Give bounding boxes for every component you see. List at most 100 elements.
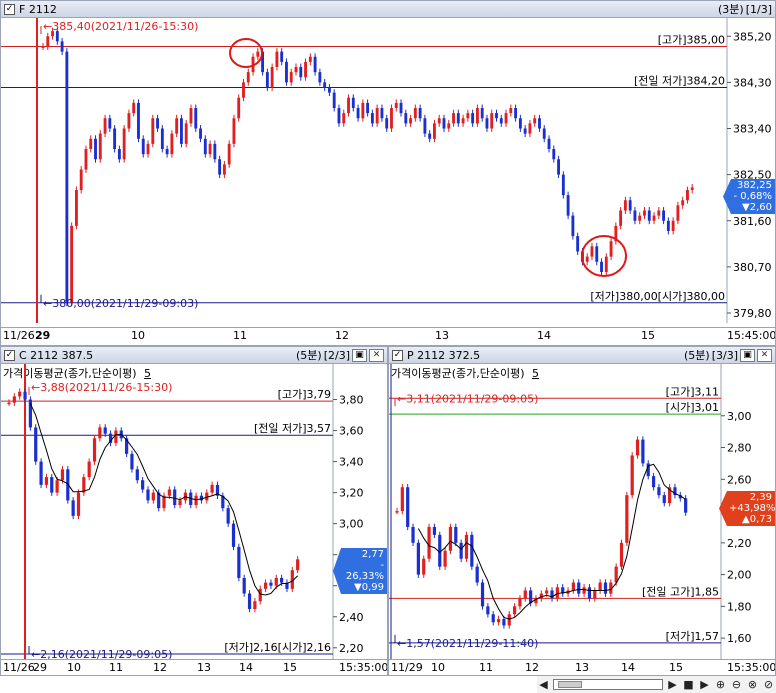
candle-body bbox=[676, 205, 680, 221]
candle-body bbox=[490, 113, 494, 129]
candle-body bbox=[411, 526, 415, 543]
scroll-start-icon[interactable]: ◀ bbox=[537, 678, 550, 691]
candle-body bbox=[98, 133, 102, 160]
candle-body bbox=[585, 256, 589, 262]
x-tick-label: 12 bbox=[153, 661, 167, 674]
candle-body bbox=[466, 113, 470, 119]
candle-body bbox=[514, 108, 518, 119]
scroll-thumb[interactable] bbox=[558, 681, 582, 688]
candle-body bbox=[475, 566, 479, 583]
candle-body bbox=[390, 108, 393, 129]
candle-body bbox=[18, 391, 22, 397]
candle-body bbox=[327, 87, 331, 93]
candle-body bbox=[246, 72, 250, 83]
candle-body bbox=[647, 210, 651, 221]
chart-panel-f[interactable]: ✓ F 2112 (3분) [1/3] 385,20 384,30 383,40 38… bbox=[0, 0, 776, 346]
candle-body bbox=[342, 113, 346, 124]
candle-body bbox=[528, 123, 532, 134]
candle-body bbox=[146, 489, 150, 501]
candle-body bbox=[299, 67, 303, 78]
x-tick-label: 11/29 bbox=[391, 661, 423, 674]
candlestick-chart[interactable]: 385,20384,30383,40382,50381,60380,70379,… bbox=[1, 18, 775, 327]
x-tick-label: 12 bbox=[335, 329, 349, 342]
maximize-icon[interactable]: ▣ bbox=[352, 348, 367, 362]
candle-body bbox=[130, 453, 134, 470]
panel-titlebar[interactable]: ✓ C 2112 387.5 (5분) [2/3] ▣ ✕ bbox=[1, 347, 387, 364]
candle-body bbox=[146, 143, 150, 155]
candlestick-chart[interactable]: 3,002,802,602,402,202,001,801,60[고가]3,11… bbox=[389, 364, 775, 659]
reference-label: [시가]3,01 bbox=[666, 401, 719, 414]
y-tick-label: 2,20 bbox=[339, 642, 364, 655]
candle-body bbox=[496, 619, 501, 623]
candle-body bbox=[413, 108, 417, 119]
candle-body bbox=[633, 210, 637, 221]
y-tick-label: 3,40 bbox=[339, 456, 364, 469]
period-label[interactable]: (5분) bbox=[684, 347, 710, 363]
change-percent: - 26,33% bbox=[345, 560, 384, 582]
x-tick-label: 14 bbox=[239, 661, 253, 674]
candle-body bbox=[619, 210, 623, 226]
x-tick-label: 10 bbox=[431, 661, 445, 674]
reference-label: [고가]385,00 bbox=[658, 34, 725, 47]
zoom-out-icon[interactable]: ⊖ bbox=[730, 678, 743, 691]
chart-panel-c[interactable]: ✓ C 2112 387.5 (5분) [2/3] ▣ ✕ 가격이동평균(종가,… bbox=[0, 346, 388, 676]
candle-body bbox=[681, 200, 685, 206]
chart-panel-p[interactable]: ✓ P 2112 372.5 (5분) [3/3] ▣ ✕ 가격이동평균(종가,… bbox=[388, 346, 776, 676]
candle-body bbox=[89, 138, 93, 149]
candle-body bbox=[253, 601, 257, 609]
candle-body bbox=[538, 118, 541, 129]
candle-body bbox=[34, 427, 38, 462]
candle-body bbox=[318, 72, 322, 83]
max-annotation: ←3,88(2021/11/26-15:30) bbox=[31, 381, 172, 394]
candle-body bbox=[427, 526, 431, 559]
zoom-in-icon[interactable]: ⊕ bbox=[714, 678, 727, 691]
candle-body bbox=[304, 61, 307, 78]
y-tick-label: 2,40 bbox=[339, 611, 364, 624]
period-label[interactable]: (3분) bbox=[718, 1, 744, 17]
candle-body bbox=[114, 430, 118, 443]
candle-body bbox=[571, 582, 576, 591]
panel-checkbox[interactable]: ✓ bbox=[4, 349, 15, 361]
stop-icon[interactable]: ■ bbox=[682, 678, 695, 691]
candle-body bbox=[232, 118, 236, 144]
candle-body bbox=[203, 138, 207, 155]
reference-label: [전일 저가]384,20 bbox=[634, 74, 725, 88]
maximize-icon[interactable]: ▣ bbox=[740, 348, 755, 362]
candle-body bbox=[651, 476, 656, 488]
x-tick-label: 15 bbox=[669, 661, 683, 674]
x-axis: 11/26 29 10 11 12 13 14 15 15:35:00 bbox=[1, 659, 387, 675]
scroll-end-icon[interactable]: ▶ bbox=[666, 678, 679, 691]
zoom-fit-icon[interactable]: ⊘ bbox=[762, 678, 775, 691]
min-annotation: ←2,16(2021/11/29-09:05) bbox=[31, 648, 172, 659]
candle-body bbox=[313, 56, 317, 73]
candle-body bbox=[294, 67, 298, 73]
change-amount: ▼0,99 bbox=[354, 582, 384, 593]
current-price-tag: 2,39 +43,98% ▲0,73 bbox=[719, 491, 775, 526]
next-icon[interactable]: ▶ bbox=[698, 678, 711, 691]
panel-titlebar[interactable]: ✓ P 2112 372.5 (5분) [3/3] ▣ ✕ bbox=[389, 347, 775, 364]
change-amount: ▲0,73 bbox=[742, 514, 772, 525]
candle-body bbox=[662, 495, 666, 504]
period-label[interactable]: (5분) bbox=[296, 347, 322, 363]
candle-body bbox=[604, 256, 608, 272]
candle-body bbox=[332, 92, 336, 108]
candle-body bbox=[55, 480, 59, 493]
x-tick-label: 11/26 bbox=[3, 661, 35, 674]
candle-body bbox=[94, 138, 97, 160]
candle-body bbox=[598, 582, 602, 591]
reference-label: [전일 저가]3,57 bbox=[254, 421, 331, 435]
panel-titlebar[interactable]: ✓ F 2112 (3분) [1/3] bbox=[1, 1, 775, 18]
candle-body bbox=[385, 118, 389, 129]
candle-body bbox=[461, 118, 465, 124]
panel-checkbox[interactable]: ✓ bbox=[4, 3, 15, 15]
panel-checkbox[interactable]: ✓ bbox=[392, 349, 403, 361]
zoom-reset-icon[interactable]: ⊗ bbox=[746, 678, 759, 691]
reference-label: [고가]3,11 bbox=[666, 385, 719, 398]
candlestick-chart[interactable]: 3,803,603,403,203,002,802,602,402,20[고가]… bbox=[1, 364, 387, 659]
close-icon[interactable]: ✕ bbox=[369, 348, 384, 362]
candle-body bbox=[141, 138, 145, 155]
close-icon[interactable]: ✕ bbox=[757, 348, 772, 362]
chart-scrollbar[interactable] bbox=[553, 679, 663, 690]
candle-body bbox=[323, 82, 327, 88]
candle-body bbox=[122, 128, 126, 160]
